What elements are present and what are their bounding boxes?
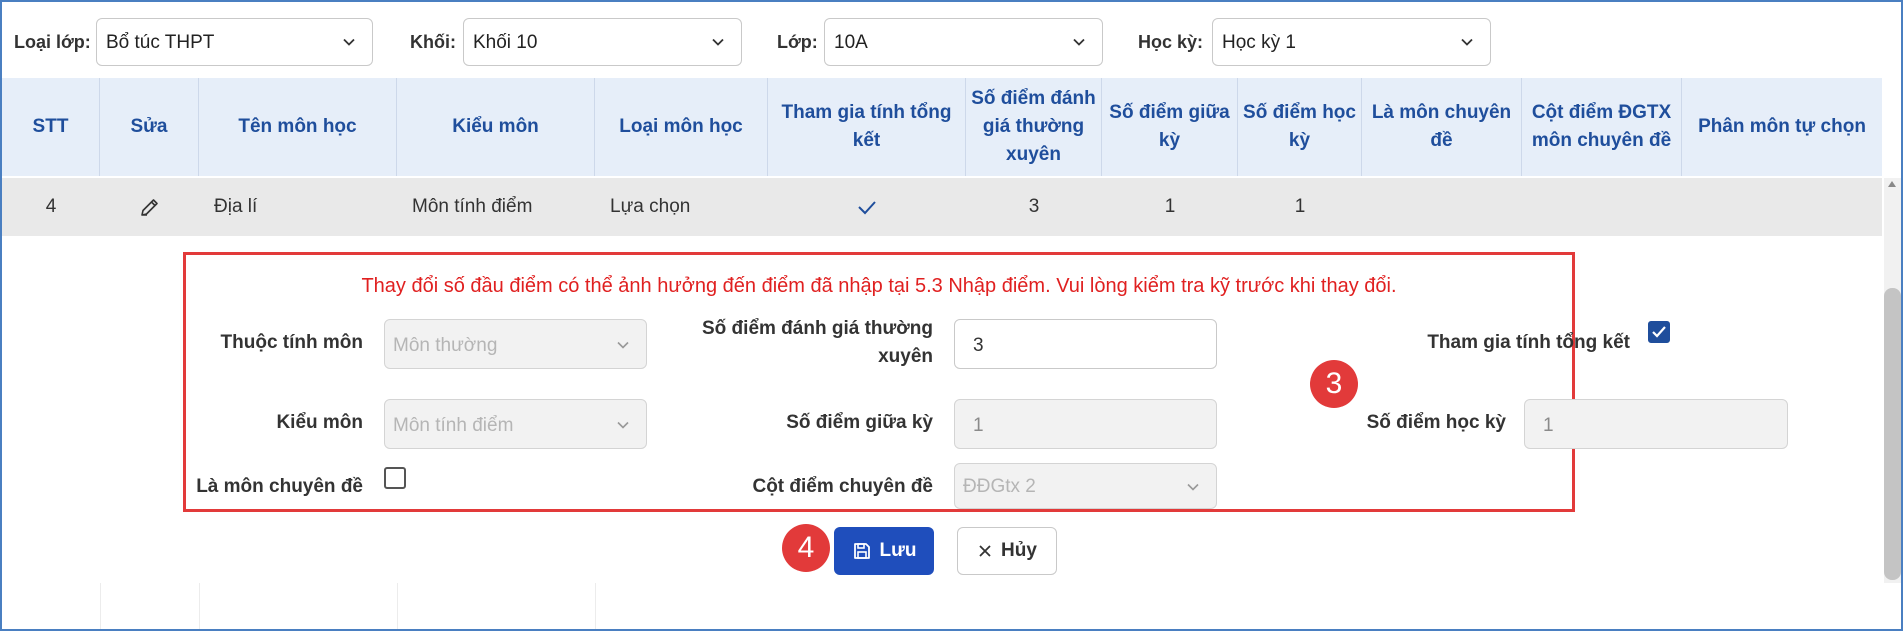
midterm-scores-value: 1 xyxy=(973,415,984,436)
warning-message: Thay đổi số đầu điểm có thể ảnh hưởng đế… xyxy=(361,275,1397,297)
chevron-down-icon xyxy=(1461,38,1473,46)
col-subject-name: Tên môn học xyxy=(199,78,397,176)
midterm-scores-label: Số điểm giữa kỳ xyxy=(786,412,933,433)
col-is-topic: Là môn chuyên đề xyxy=(1362,78,1522,176)
cancel-button-label: Hủy xyxy=(1001,540,1037,561)
col-semester-scores: Số điểm học kỳ xyxy=(1238,78,1362,176)
class-type-label: Loại lớp: xyxy=(14,32,91,52)
col-subject-type: Kiểu môn xyxy=(397,78,595,176)
floppy-disk-icon xyxy=(853,543,870,559)
class-type-select[interactable]: Bổ túc THPT xyxy=(96,18,373,66)
chevron-down-icon xyxy=(1073,38,1085,46)
col-midterm-scores: Số điểm giữa kỳ xyxy=(1102,78,1238,176)
col-in-summary: Tham gia tính tổng kết xyxy=(768,78,966,176)
scroll-up-arrow-icon[interactable] xyxy=(1888,181,1896,187)
grade-label: Khối: xyxy=(410,32,456,52)
chevron-down-icon xyxy=(617,341,629,349)
table-header: STT Sửa Tên môn học Kiểu môn Loại môn họ… xyxy=(2,78,1882,176)
topic-column-select: ĐĐGtx 2 xyxy=(954,463,1217,509)
semester-label: Học kỳ: xyxy=(1138,32,1204,52)
col-edit: Sửa xyxy=(100,78,199,176)
edit-panel: Thay đổi số đầu điểm có thể ảnh hưởng đế… xyxy=(183,252,1788,512)
col-elective: Phân môn tự chọn xyxy=(1698,116,1866,137)
topic-column-placeholder: ĐĐGtx 2 xyxy=(963,476,1036,497)
chevron-down-icon xyxy=(712,38,724,46)
column-divider xyxy=(397,583,398,629)
subject-type-placeholder: Môn tính điểm xyxy=(393,415,514,436)
in-summary-label: Tham gia tính tổng kết xyxy=(1427,332,1630,353)
subject-attr-placeholder: Môn thường xyxy=(393,335,498,356)
class-select[interactable]: 10A xyxy=(824,18,1103,66)
chevron-down-icon xyxy=(343,38,355,46)
subject-attr-select: Môn thường xyxy=(384,319,647,369)
semester-scores-label: Số điểm học kỳ xyxy=(1366,412,1506,433)
grade-select[interactable]: Khối 10 xyxy=(463,18,742,66)
midterm-scores-input: 1 xyxy=(954,399,1217,449)
filter-bar: Loại lớp: Bổ túc THPT Khối: Khối 10 Lớp:… xyxy=(0,0,1903,78)
class-type-value: Bổ túc THPT xyxy=(106,32,215,53)
row-regular-scores: 3 xyxy=(1028,196,1040,217)
pencil-icon xyxy=(140,199,158,216)
save-button[interactable]: Lưu xyxy=(834,527,934,575)
table-row[interactable]: 4 Địa lí Môn tính điểm Lựa chọn 3 1 1 xyxy=(2,178,1882,236)
row-subject-name: Địa lí xyxy=(214,196,258,217)
semester-scores-input: 1 xyxy=(1524,399,1788,449)
row-midterm-scores: 1 xyxy=(1164,196,1176,217)
subject-attr-label: Thuộc tính môn xyxy=(220,332,363,353)
is-topic-checkbox[interactable] xyxy=(384,467,406,489)
column-divider xyxy=(199,583,200,629)
step-badge-save: 4 xyxy=(782,524,830,572)
row-subject-category: Lựa chọn xyxy=(610,196,691,217)
class-value: 10A xyxy=(834,32,868,53)
semester-select[interactable]: Học kỳ 1 xyxy=(1212,18,1491,66)
chevron-down-icon xyxy=(1187,483,1199,491)
class-label: Lớp: xyxy=(777,32,818,52)
column-divider xyxy=(100,583,101,629)
row-in-summary xyxy=(768,178,966,236)
row-semester-scores: 1 xyxy=(1294,196,1306,217)
edit-button[interactable] xyxy=(100,178,199,236)
check-icon xyxy=(1652,326,1666,338)
chevron-down-icon xyxy=(617,421,629,429)
topic-column-label: Cột điểm chuyên đề xyxy=(752,476,933,497)
col-regular-scores: Số điểm đánh giá thường xuyên xyxy=(966,78,1102,176)
regular-scores-label: Số điểm đánh giá thường xuyên xyxy=(702,318,933,367)
column-divider xyxy=(595,583,596,629)
close-icon xyxy=(979,545,991,557)
step-badge-panel: 3 xyxy=(1310,360,1358,408)
grade-value: Khối 10 xyxy=(473,32,538,53)
regular-scores-value: 3 xyxy=(973,335,984,356)
col-stt: STT xyxy=(2,78,100,176)
scrollbar-thumb[interactable] xyxy=(1884,288,1901,580)
row-stt: 4 xyxy=(45,196,57,217)
semester-value: Học kỳ 1 xyxy=(1222,32,1296,53)
semester-scores-value: 1 xyxy=(1543,415,1554,436)
subject-type-label: Kiểu môn xyxy=(276,412,363,433)
cancel-button[interactable]: Hủy xyxy=(957,527,1057,575)
regular-scores-input[interactable]: 3 xyxy=(954,319,1217,369)
is-topic-label: Là môn chuyên đề xyxy=(196,476,363,497)
col-topic-column: Cột điểm ĐGTX môn chuyên đề xyxy=(1522,78,1682,176)
subject-type-select: Môn tính điểm xyxy=(384,399,647,449)
in-summary-checkbox[interactable] xyxy=(1648,321,1670,343)
save-button-label: Lưu xyxy=(879,540,917,561)
check-icon xyxy=(858,201,876,215)
col-subject-category: Loại môn học xyxy=(595,78,768,176)
row-subject-type: Môn tính điểm xyxy=(412,196,533,217)
